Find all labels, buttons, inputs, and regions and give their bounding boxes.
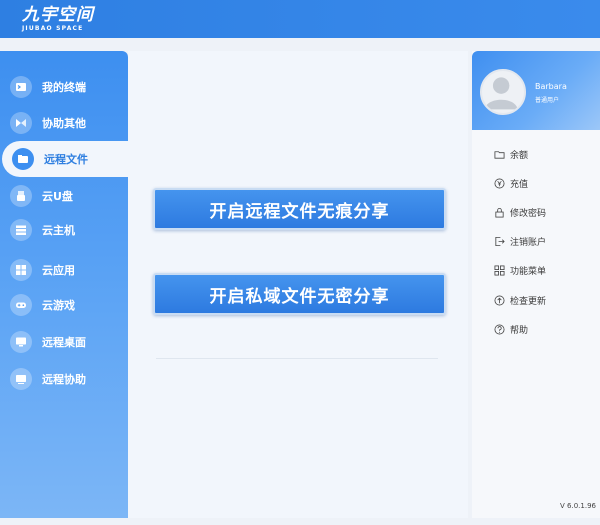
menu-recharge[interactable]: 充值 — [494, 175, 528, 191]
desktop-icon — [10, 331, 32, 353]
sidebar-item-label: 远程协助 — [42, 373, 86, 386]
assist-icon — [10, 112, 32, 134]
account-panel: Barbara 普通用户 余额 充值 修改密码 注销账户 功能菜单 检查更新 帮… — [472, 51, 600, 518]
menu-balance[interactable]: 余额 — [494, 146, 528, 162]
menu-item-label: 修改密码 — [510, 208, 547, 219]
sidebar-item-label: 远程文件 — [44, 153, 88, 166]
usb-drive-icon — [10, 185, 32, 207]
sidebar-item-cloud-udisk[interactable]: 云U盘 — [0, 178, 128, 214]
private-file-share-button[interactable]: 开启私域文件无密分享 — [153, 273, 446, 315]
sidebar-item-label: 云游戏 — [42, 299, 75, 312]
sidebar-item-label: 协助其他 — [42, 117, 86, 130]
apps-icon — [10, 259, 32, 281]
version-label: V 6.0.1.96 — [560, 502, 596, 510]
help-icon — [494, 324, 505, 334]
sidebar-item-label: 远程桌面 — [42, 336, 86, 349]
sidebar-item-label: 我的终端 — [42, 81, 86, 94]
sidebar-item-my-terminal[interactable]: 我的终端 — [0, 69, 128, 105]
avatar[interactable] — [480, 69, 526, 115]
remote-assist-icon — [10, 368, 32, 390]
terminal-icon — [10, 76, 32, 98]
sidebar-item-cloud-apps[interactable]: 云应用 — [0, 252, 128, 288]
profile-card: Barbara 普通用户 — [472, 51, 600, 130]
gamepad-icon — [10, 294, 32, 316]
main-panel: 开启远程文件无痕分享 开启私域文件无密分享 — [128, 51, 468, 518]
menu-help[interactable]: 帮助 — [494, 321, 528, 337]
username: Barbara — [535, 82, 567, 91]
menu-item-label: 帮助 — [510, 325, 529, 336]
sidebar-item-assist-others[interactable]: 协助其他 — [0, 105, 128, 141]
menu-item-label: 检查更新 — [510, 296, 547, 307]
menu-function-menu[interactable]: 功能菜单 — [494, 262, 546, 278]
logo-main-text: 九宇空间 — [22, 4, 94, 25]
menu-item-label: 充值 — [510, 179, 529, 190]
sidebar-item-remote-desktop[interactable]: 远程桌面 — [0, 324, 128, 360]
sidebar: 我的终端 协助其他 远程文件 云U盘 云主机 云应用 云游戏 远程桌面 远程协助 — [0, 51, 128, 518]
logo-sub-text: JIUBAO SPACE — [22, 24, 84, 32]
user-silhouette-icon — [484, 77, 518, 110]
menu-item-label: 余额 — [510, 150, 529, 161]
divider — [156, 358, 438, 359]
grid-menu-icon — [494, 265, 505, 275]
sidebar-item-label: 云U盘 — [42, 190, 73, 203]
menu-change-password[interactable]: 修改密码 — [494, 204, 546, 220]
user-type: 普通用户 — [535, 97, 560, 104]
app-logo: 九宇空间 JIUBAO SPACE — [22, 4, 94, 32]
sidebar-item-cloud-host[interactable]: 云主机 — [0, 212, 128, 248]
remote-file-share-button[interactable]: 开启远程文件无痕分享 — [153, 188, 446, 230]
sidebar-item-label: 云应用 — [42, 264, 75, 277]
server-icon — [10, 219, 32, 241]
wallet-icon — [494, 150, 505, 159]
folder-icon — [12, 148, 34, 170]
lock-icon — [495, 207, 504, 217]
yen-coin-icon — [494, 178, 505, 188]
menu-check-update[interactable]: 检查更新 — [494, 292, 546, 308]
menu-item-label: 功能菜单 — [510, 266, 547, 277]
sidebar-item-remote-assist[interactable]: 远程协助 — [0, 361, 128, 397]
sidebar-item-remote-files[interactable]: 远程文件 — [2, 141, 128, 177]
update-icon — [494, 295, 505, 305]
menu-item-label: 注销账户 — [510, 237, 547, 248]
menu-deactivate-account[interactable]: 注销账户 — [494, 233, 546, 249]
sidebar-item-label: 云主机 — [42, 224, 75, 237]
app-header: 九宇空间 JIUBAO SPACE — [0, 0, 600, 38]
sidebar-item-cloud-games[interactable]: 云游戏 — [0, 287, 128, 323]
logout-icon — [495, 236, 505, 246]
